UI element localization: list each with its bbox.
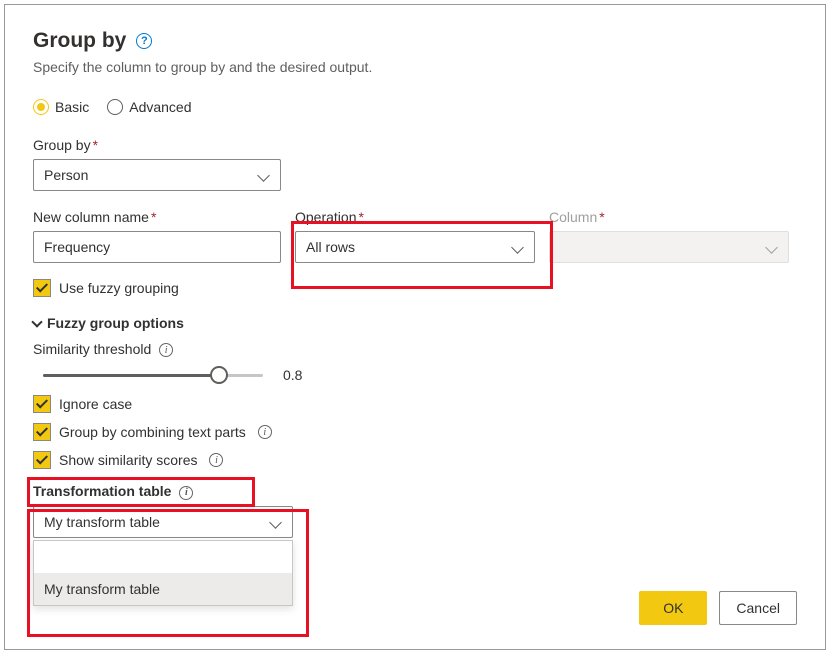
transform-label: Transformation table i — [33, 483, 797, 499]
info-icon[interactable]: i — [159, 343, 173, 357]
radio-icon — [33, 99, 49, 115]
transform-select[interactable]: My transform table — [33, 506, 293, 538]
checkbox-icon — [33, 423, 51, 441]
threshold-value: 0.8 — [283, 367, 302, 383]
threshold-slider[interactable] — [43, 365, 263, 385]
newcolumn-input[interactable]: Frequency — [33, 231, 281, 263]
dialog-title: Group by — [33, 29, 126, 53]
show-scores-label: Show similarity scores — [59, 452, 197, 468]
groupby-select[interactable]: Person — [33, 159, 281, 191]
threshold-label: Similarity threshold i — [33, 341, 797, 357]
info-icon[interactable]: i — [179, 486, 193, 500]
operation-label: Operation* — [295, 209, 535, 225]
radio-icon — [107, 99, 123, 115]
dropdown-item-blank[interactable] — [34, 541, 292, 573]
mode-radio-group: Basic Advanced — [33, 99, 797, 115]
info-icon[interactable]: i — [258, 425, 272, 439]
transform-value: My transform table — [44, 514, 160, 530]
group-by-dialog: Group by ? Specify the column to group b… — [4, 4, 826, 650]
show-scores-checkbox[interactable]: Show similarity scores i — [33, 451, 797, 469]
radio-basic[interactable]: Basic — [33, 99, 89, 115]
info-icon[interactable]: i — [209, 453, 223, 467]
help-icon[interactable]: ? — [136, 33, 152, 49]
checkbox-icon — [33, 451, 51, 469]
newcolumn-value: Frequency — [44, 239, 110, 255]
ok-button[interactable]: OK — [639, 591, 707, 625]
ignore-case-checkbox[interactable]: Ignore case — [33, 395, 797, 413]
combine-text-label: Group by combining text parts — [59, 424, 246, 440]
radio-advanced-label: Advanced — [129, 99, 191, 115]
ignore-case-label: Ignore case — [59, 396, 132, 412]
use-fuzzy-label: Use fuzzy grouping — [59, 280, 179, 296]
slider-fill — [43, 374, 219, 377]
fuzzy-options-toggle[interactable]: Fuzzy group options — [33, 315, 797, 331]
combine-text-checkbox[interactable]: Group by combining text parts i — [33, 423, 797, 441]
checkbox-icon — [33, 395, 51, 413]
use-fuzzy-checkbox[interactable]: Use fuzzy grouping — [33, 279, 797, 297]
groupby-value: Person — [44, 167, 88, 183]
dropdown-item[interactable]: My transform table — [34, 573, 292, 605]
cancel-button[interactable]: Cancel — [719, 591, 797, 625]
newcolumn-label: New column name* — [33, 209, 281, 225]
chevron-down-icon — [31, 316, 42, 327]
groupby-label: Group by* — [33, 137, 797, 153]
column-select — [549, 231, 789, 263]
dialog-subtitle: Specify the column to group by and the d… — [33, 59, 797, 75]
fuzzy-options-label: Fuzzy group options — [47, 315, 184, 331]
transform-dropdown: My transform table — [33, 540, 293, 606]
column-label: Column* — [549, 209, 789, 225]
checkbox-icon — [33, 279, 51, 297]
radio-advanced[interactable]: Advanced — [107, 99, 191, 115]
radio-basic-label: Basic — [55, 99, 89, 115]
operation-select[interactable]: All rows — [295, 231, 535, 263]
slider-thumb[interactable] — [210, 366, 228, 384]
operation-value: All rows — [306, 239, 355, 255]
